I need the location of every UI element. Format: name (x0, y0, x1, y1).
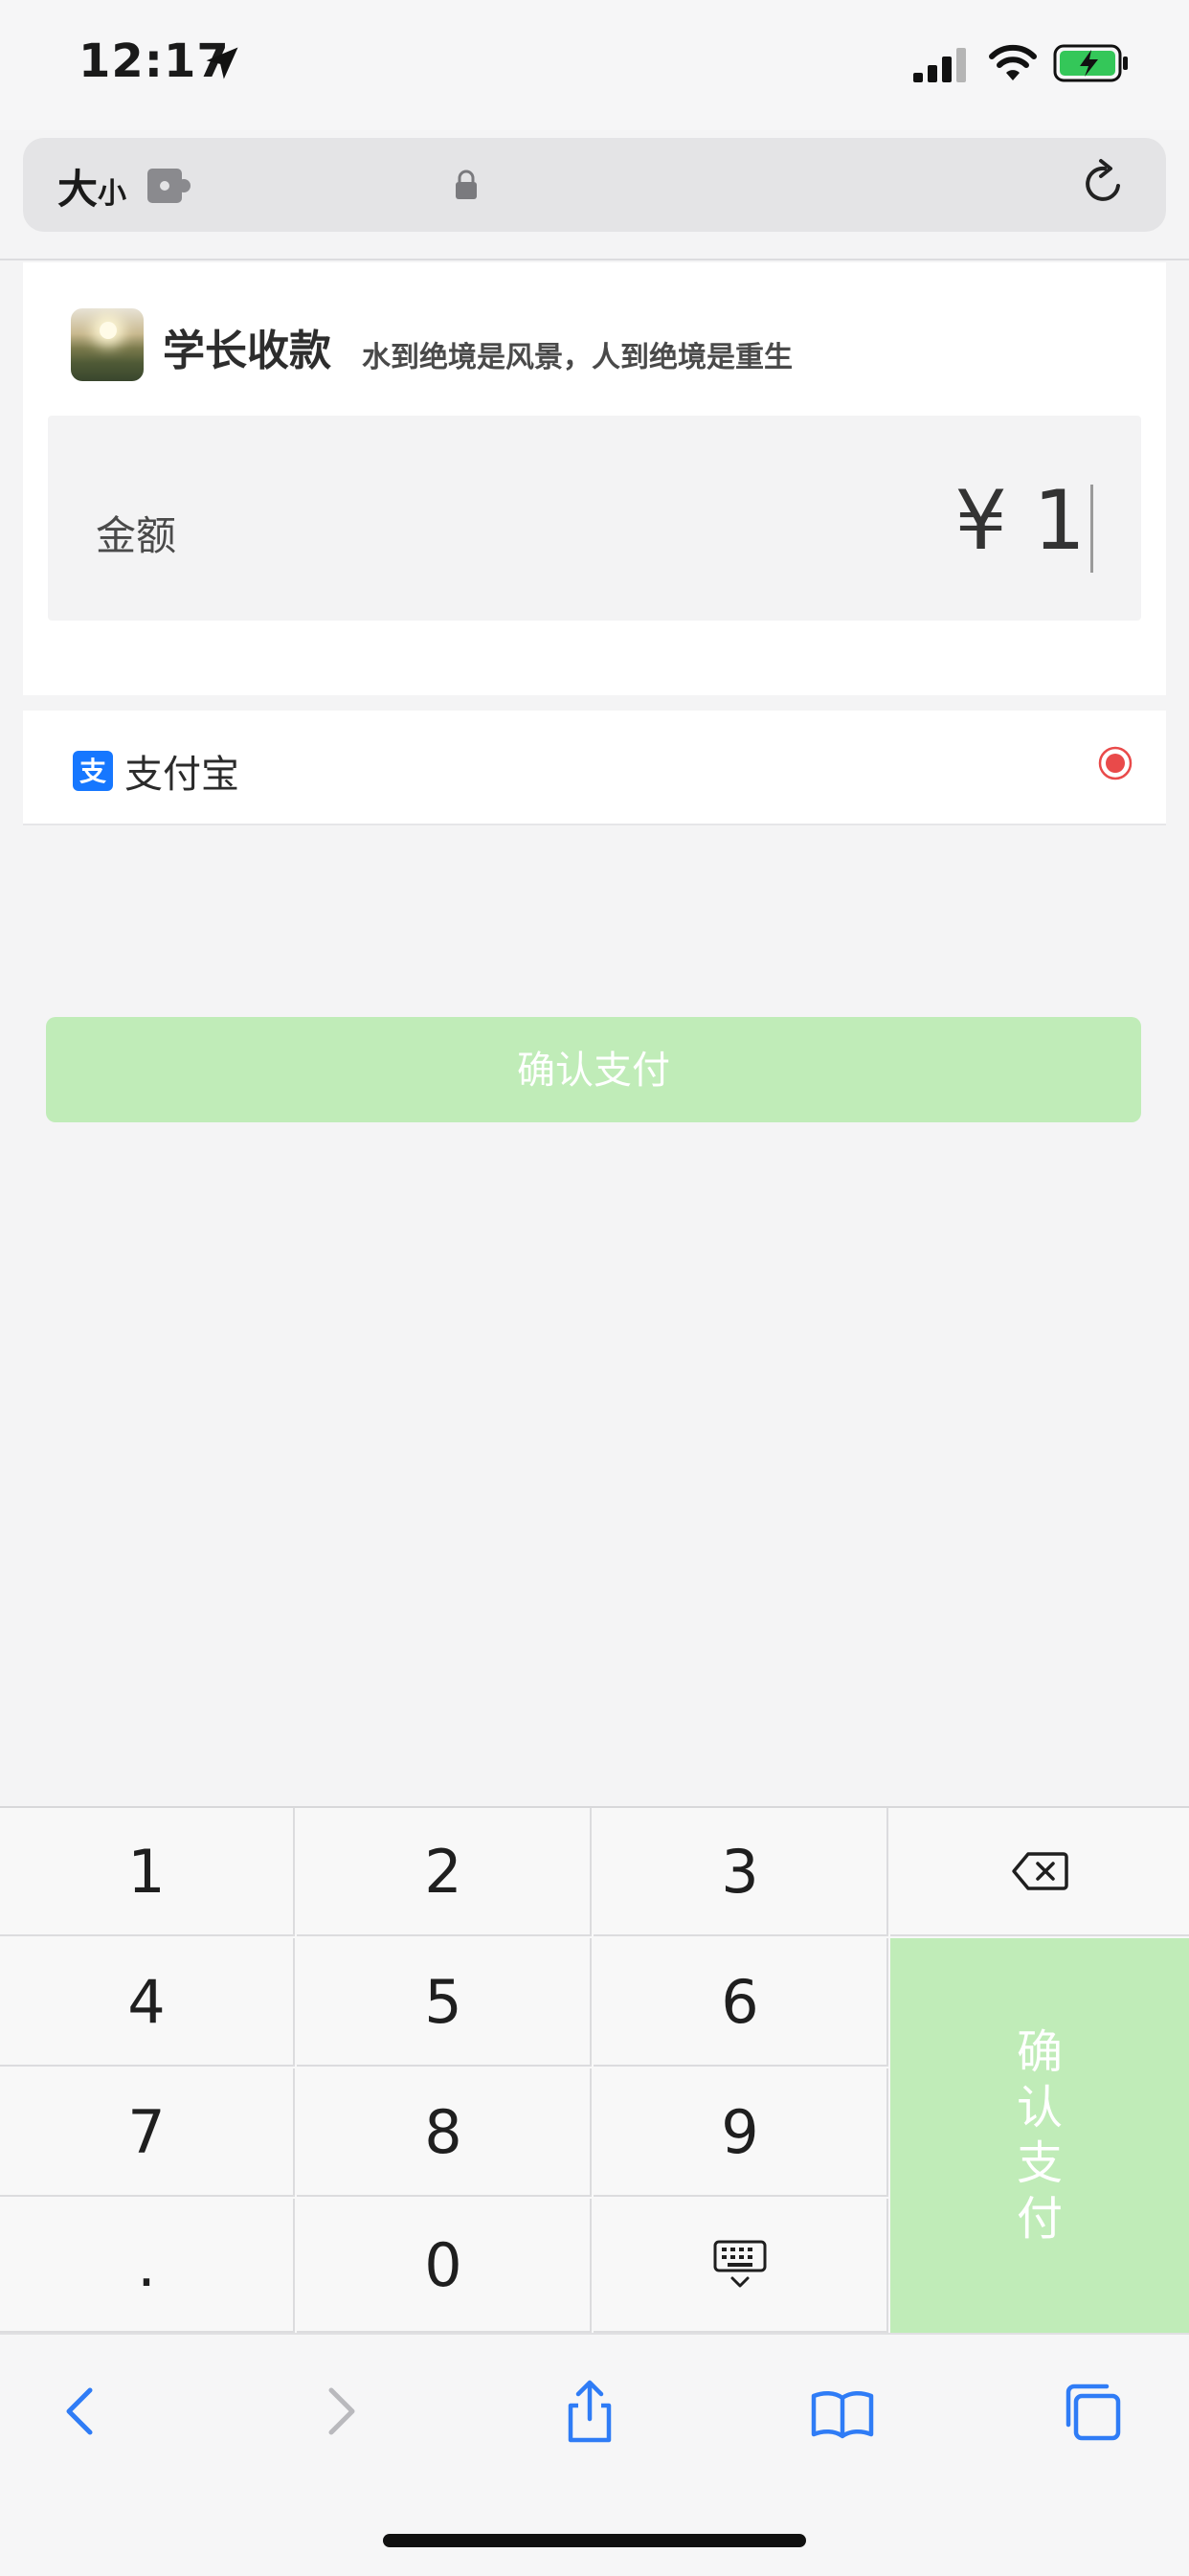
location-arrow-icon (206, 47, 238, 79)
merchant-avatar (71, 308, 144, 381)
keypad-confirm-char: 付 (1016, 2192, 1063, 2246)
text-size-label-big: 大 (57, 166, 99, 213)
keypad-confirm-pay-button[interactable]: 确 认 支 付 (890, 1938, 1189, 2333)
merchant-slogan: 水到绝境是风景，人到绝境是重生 (362, 341, 793, 374)
status-bar: 12:17 (0, 0, 1189, 130)
key-hide-keyboard[interactable] (594, 2199, 888, 2333)
key-7[interactable]: 7 (0, 2068, 295, 2197)
home-indicator (383, 2534, 806, 2547)
key-8[interactable]: 8 (297, 2068, 592, 2197)
numeric-keypad: 1 2 3 4 5 6 7 8 9 . 0 确 认 支 付 (0, 1806, 1189, 2333)
keypad-confirm-char: 确 (1016, 2025, 1063, 2079)
keypad-confirm-char: 认 (1016, 2081, 1063, 2135)
key-4[interactable]: 4 (0, 1938, 295, 2067)
lock-icon (456, 169, 477, 199)
key-3[interactable]: 3 (594, 1808, 888, 1936)
wifi-icon (989, 44, 1037, 80)
merchant-name: 学长收款 (163, 327, 331, 375)
amount-label: 金额 (96, 512, 177, 559)
amount-field[interactable]: 金额 ¥ 1 (48, 416, 1141, 621)
bookmarks-icon[interactable] (808, 2377, 877, 2446)
battery-charging-icon (1053, 44, 1128, 82)
key-0[interactable]: 0 (297, 2199, 592, 2333)
reload-icon[interactable] (1076, 157, 1130, 211)
back-icon[interactable] (48, 2377, 117, 2446)
text-size-label-small: 小 (98, 177, 127, 211)
text-caret (1090, 485, 1093, 573)
extension-puzzle-icon[interactable] (146, 165, 191, 207)
payment-method-label: 支付宝 (124, 753, 239, 797)
amount-value: ¥ 1 (954, 473, 1086, 569)
payment-card: 学长收款 水到绝境是风景，人到绝境是重生 金额 ¥ 1 (23, 262, 1166, 695)
backspace-icon (1012, 1852, 1068, 1890)
radio-selected-icon[interactable] (1097, 745, 1133, 781)
key-dot[interactable]: . (0, 2199, 295, 2333)
key-backspace[interactable] (890, 1808, 1189, 1936)
tabs-icon[interactable] (1059, 2377, 1128, 2446)
text-size-button[interactable]: 大小 (57, 157, 126, 215)
payment-method-alipay[interactable]: 支 支付宝 (23, 711, 1166, 825)
keyboard-hide-icon (713, 2240, 767, 2288)
svg-text:支: 支 (79, 756, 106, 787)
confirm-pay-button[interactable]: 确认支付 (46, 1017, 1141, 1122)
key-2[interactable]: 2 (297, 1808, 592, 1936)
key-9[interactable]: 9 (594, 2068, 888, 2197)
alipay-icon: 支 (73, 751, 113, 791)
cellular-signal-icon (913, 48, 966, 82)
keypad-confirm-char: 支 (1016, 2136, 1063, 2190)
share-icon[interactable] (555, 2377, 624, 2446)
key-1[interactable]: 1 (0, 1808, 295, 1936)
key-6[interactable]: 6 (594, 1938, 888, 2067)
forward-icon[interactable] (304, 2377, 373, 2446)
header-divider (0, 259, 1189, 260)
address-bar[interactable]: 大小 (23, 138, 1166, 232)
key-5[interactable]: 5 (297, 1938, 592, 2067)
